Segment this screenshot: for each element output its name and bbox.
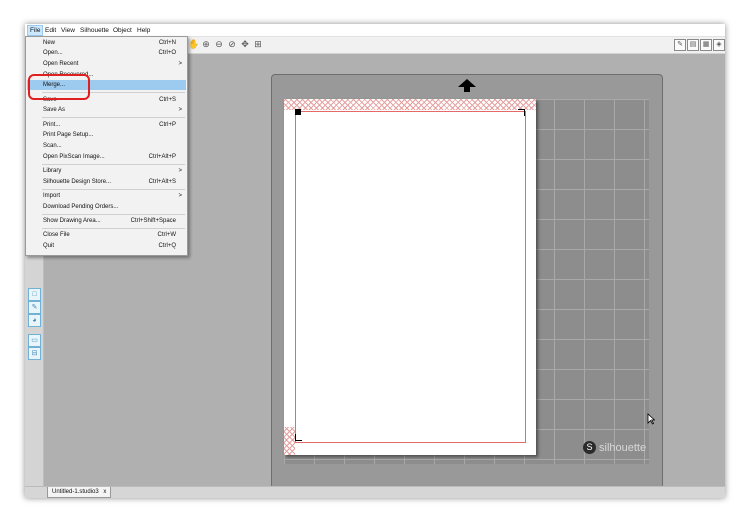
bottom-left-hatch [284,427,295,455]
menu-separator [42,164,185,165]
menu-object[interactable]: Object [111,26,134,35]
feed-direction-arrow-stem [464,87,470,92]
select-tool-icon[interactable]: □ [28,288,41,301]
menu-item-design-store[interactable]: Silhouette Design Store... Ctrl+Alt+S [27,177,186,187]
menu-file[interactable]: File [27,25,44,36]
menu-item-download-pending[interactable]: Download Pending Orders... [27,202,186,212]
mouse-cursor-icon [647,413,655,425]
store-icon[interactable]: ◈ [713,39,725,51]
feed-direction-arrow-icon [458,79,476,87]
submenu-chevron-icon: > [178,61,182,67]
menu-item-save-as[interactable]: Save As > [27,105,186,115]
menu-help[interactable]: Help [135,26,152,35]
menu-item-library[interactable]: Library > [27,166,186,176]
menu-item-show-drawing-area[interactable]: Show Drawing Area... Ctrl+Shift+Space [27,216,186,226]
design-page-icon[interactable]: ✎ [674,39,686,51]
submenu-chevron-icon: > [178,193,182,199]
menu-item-print[interactable]: Print... Ctrl+P [27,120,186,130]
menu-item-scan[interactable]: Scan... [27,141,186,151]
menu-item-print-page-setup[interactable]: Print Page Setup... [27,130,186,140]
top-registration-hatch [284,99,536,110]
menu-item-open-recent[interactable]: Open Recent > [27,59,186,69]
fit-to-page-icon[interactable]: ⊞ [253,39,263,50]
menu-item-open[interactable]: Open... Ctrl+O [27,48,186,58]
library-icon[interactable]: ▦ [700,39,712,51]
send-icon[interactable]: ▤ [687,39,699,51]
highlight-annotation-circle [28,74,90,100]
registration-mark-bottom-left [295,434,302,441]
menu-separator [42,228,185,229]
design-page[interactable] [284,99,536,455]
cutting-mat: S silhouette [271,74,663,489]
submenu-chevron-icon: > [178,107,182,113]
silhouette-logo-text: silhouette [599,442,647,454]
document-tab-bar: Untitled-1.studio3 x [25,486,725,498]
menu-edit[interactable]: Edit [43,26,58,35]
grid-settings-icon[interactable]: ⊟ [28,347,41,360]
close-tab-icon[interactable]: x [103,489,106,495]
fill-icon[interactable]: ◕ [28,314,41,327]
menu-separator [42,117,185,118]
zoom-in-icon[interactable]: ⊕ [201,39,211,50]
zoom-select-icon[interactable]: ⊘ [227,39,237,50]
file-menu-dropdown: New Ctrl+N Open... Ctrl+O Open Recent > Ope… [25,36,188,256]
document-tab-label: Untitled-1.studio3 [52,489,99,495]
zoom-out-icon[interactable]: ⊖ [214,39,224,50]
registration-mark-square [295,109,301,115]
page-setup-icon[interactable]: ▭ [28,334,41,347]
submenu-chevron-icon: > [178,168,182,174]
cut-border [295,111,526,443]
menu-silhouette[interactable]: Silhouette [78,26,111,35]
menu-item-quit[interactable]: Quit Ctrl+Q [27,241,186,251]
menu-view[interactable]: View [59,26,77,35]
drag-zoom-icon[interactable]: ✥ [240,39,250,50]
menu-item-import[interactable]: Import > [27,191,186,201]
document-tab[interactable]: Untitled-1.studio3 x [47,487,112,498]
registration-mark-top-right [518,109,525,116]
menu-item-new[interactable]: New Ctrl+N [27,38,186,48]
silhouette-logo-mark: S [583,441,596,454]
menu-separator [42,189,185,190]
edit-points-icon[interactable]: ✎ [28,301,41,314]
menu-item-close-file[interactable]: Close File Ctrl+W [27,230,186,240]
menu-item-open-pixscan[interactable]: Open PixScan Image... Ctrl+Alt+P [27,152,186,162]
menu-separator [42,214,185,215]
pan-hand-icon[interactable]: ✋ [188,39,199,50]
